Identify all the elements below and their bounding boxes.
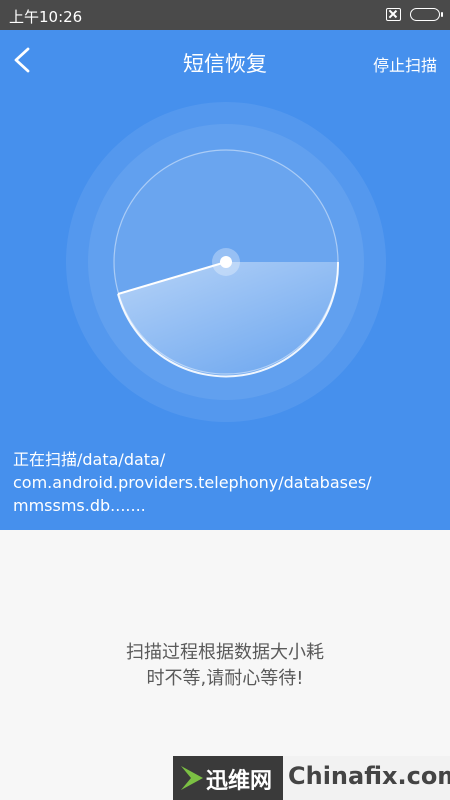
scan-path-text: 正在扫描/data/data/ com.android.providers.te… xyxy=(13,448,438,517)
radar-center-dot xyxy=(220,256,232,268)
stop-scan-button[interactable]: 停止扫描 xyxy=(373,52,437,76)
radar-scan-animation xyxy=(66,102,386,422)
wait-hint: 扫描过程根据数据大小耗 时不等,请耐心等待! xyxy=(0,640,450,692)
status-time: 上午10:26 xyxy=(9,8,83,26)
watermark-en: Chinafix.com xyxy=(283,756,450,800)
wait-hint-line: 扫描过程根据数据大小耗 xyxy=(126,642,324,663)
sim-card-absent-icon xyxy=(386,8,401,21)
battery-icon xyxy=(410,8,443,21)
watermark-brand-en: Chinafix.com xyxy=(288,762,450,790)
scan-path-line: mmssms.db....... xyxy=(13,496,146,515)
wait-hint-line: 时不等,请耐心等待! xyxy=(146,668,304,689)
watermark-brand-cn: 迅维网 xyxy=(206,769,273,794)
watermark-cn: 迅维网 xyxy=(173,756,283,800)
scan-panel: 短信恢复 停止扫描 正在扫描/data/data/ com.android.pr… xyxy=(0,30,450,530)
status-bar: 上午10:26 xyxy=(0,0,450,30)
watermark: 迅维网 Chinafix.com xyxy=(173,756,450,800)
play-arrow-icon xyxy=(181,766,203,790)
scan-path-line: com.android.providers.telephony/database… xyxy=(13,473,372,492)
scan-path-line: 正在扫描/data/data/ xyxy=(13,450,166,469)
